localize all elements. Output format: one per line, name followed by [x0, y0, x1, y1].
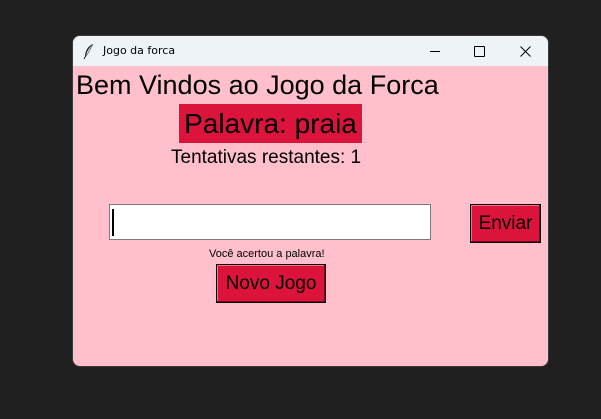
maximize-button[interactable]	[456, 36, 502, 66]
attempts-remaining-label: Tentativas restantes: 1	[171, 147, 362, 168]
close-button[interactable]	[502, 36, 548, 66]
app-window: Jogo da forca Bem Vindos ao Jogo da Forc…	[73, 36, 548, 366]
send-button[interactable]: Enviar	[470, 204, 541, 243]
guess-input[interactable]	[110, 205, 430, 239]
text-caret	[112, 209, 114, 236]
result-message: Você acertou a palavra!	[209, 248, 325, 260]
title-bar[interactable]: Jogo da forca	[73, 36, 548, 66]
minimize-icon	[430, 50, 440, 52]
new-game-button[interactable]: Novo Jogo	[216, 264, 326, 303]
word-label: Palavra: praia	[179, 104, 362, 143]
welcome-heading: Bem Vindos ao Jogo da Forca	[76, 70, 439, 100]
guess-field[interactable]	[109, 204, 431, 240]
minimize-button[interactable]	[412, 36, 458, 66]
feather-icon	[83, 43, 94, 59]
window-title: Jogo da forca	[103, 44, 176, 57]
close-icon	[519, 45, 531, 57]
maximize-icon	[473, 45, 485, 57]
game-panel: Bem Vindos ao Jogo da Forca Palavra: pra…	[73, 66, 548, 366]
